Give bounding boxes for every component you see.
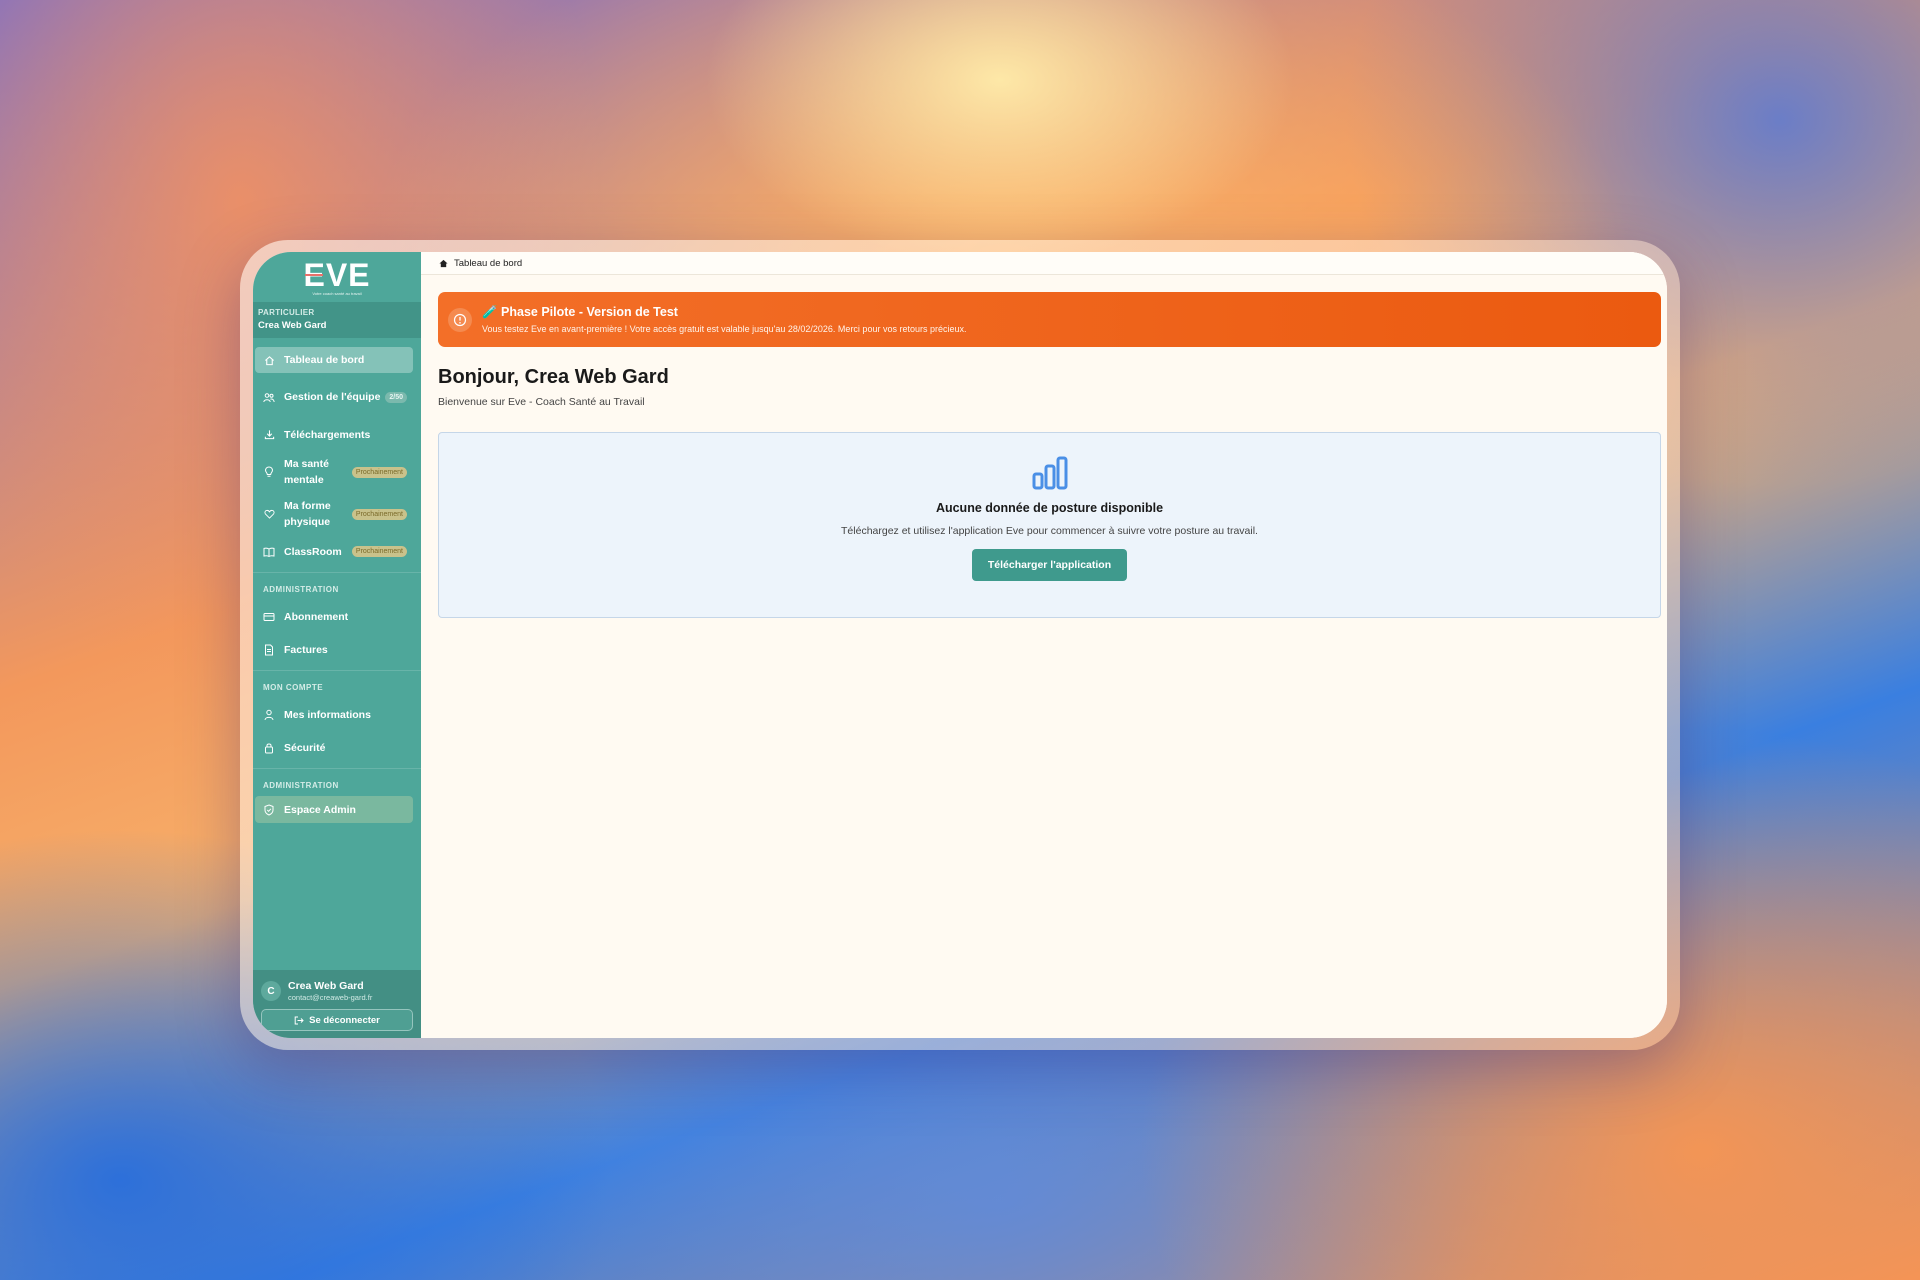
lock-icon xyxy=(263,742,275,754)
sidebar-item-label: ClassRoom xyxy=(284,545,342,558)
empty-state-title: Aucune donnée de posture disponible xyxy=(935,501,1164,515)
sidebar-item-invoices[interactable]: Factures xyxy=(255,633,413,666)
logout-label: Se déconnecter xyxy=(309,1014,380,1026)
coming-soon-badge: Prochainement xyxy=(351,466,407,478)
sidebar-item-my-info[interactable]: Mes informations xyxy=(255,698,413,731)
heart-icon xyxy=(263,508,275,520)
sidebar-item-label: Gestion de l'équipe xyxy=(284,391,381,403)
user-box: C Crea Web Gard contact@creaweb-gard.fr … xyxy=(253,970,421,1038)
logout-icon xyxy=(294,1016,304,1025)
sidebar-item-dashboard[interactable]: Tableau de bord xyxy=(255,347,413,373)
coming-soon-badge: Prochainement xyxy=(351,546,407,557)
empty-state-text: Téléchargez et utilisez l'application Ev… xyxy=(841,525,1258,537)
bar-chart-icon xyxy=(439,455,1660,491)
document-icon xyxy=(263,644,275,656)
home-icon[interactable] xyxy=(439,259,448,268)
logo-text: EVE xyxy=(303,257,371,293)
logout-button[interactable]: Se déconnecter xyxy=(261,1009,413,1031)
credit-card-icon xyxy=(263,611,275,623)
account-type: PARTICULIER xyxy=(258,308,315,317)
user-name: Crea Web Gard xyxy=(288,980,364,992)
team-count-badge: 2/50 xyxy=(385,391,407,403)
page-title: Bonjour, Crea Web Gard xyxy=(438,366,669,388)
user-email: contact@creaweb-gard.fr xyxy=(288,993,373,1002)
app-window: EVE Votre coach santé au travail PARTICU… xyxy=(253,252,1667,1038)
home-icon xyxy=(263,354,275,366)
section-title-administration: ADMINISTRATION xyxy=(253,572,421,600)
sidebar-item-label: Mes informations xyxy=(284,708,371,721)
account-box: PARTICULIER Crea Web Gard xyxy=(253,302,421,338)
sidebar-item-mental-health[interactable]: Ma santé mentale Prochainement xyxy=(255,451,413,493)
section-title-administration-2: ADMINISTRATION xyxy=(253,768,421,796)
book-icon xyxy=(263,546,275,558)
sidebar-item-team[interactable]: Gestion de l'équipe 2/50 xyxy=(255,376,413,418)
pilot-banner: 🧪 Phase Pilote - Version de Test Vous te… xyxy=(438,292,1661,347)
download-icon xyxy=(263,429,275,441)
avatar: C xyxy=(261,981,281,1001)
coming-soon-badge: Prochainement xyxy=(351,508,407,520)
sidebar-item-label: Tableau de bord xyxy=(284,354,365,366)
download-app-button[interactable]: Télécharger l'application xyxy=(971,549,1128,581)
main-content: Tableau de bord 🧪 Phase Pilote - Version… xyxy=(421,252,1667,1038)
sidebar-item-label: Espace Admin xyxy=(284,803,356,816)
section-title-my-account: MON COMPTE xyxy=(253,670,421,698)
banner-text: Vous testez Eve en avant-première ! Votr… xyxy=(482,324,967,334)
sidebar-item-classroom[interactable]: ClassRoom Prochainement xyxy=(255,535,413,568)
sidebar-item-admin-space[interactable]: Espace Admin xyxy=(255,796,413,823)
user-profile[interactable]: C Crea Web Gard contact@creaweb-gard.fr xyxy=(261,980,413,1002)
account-name: Crea Web Gard xyxy=(258,320,327,331)
team-icon xyxy=(263,391,275,403)
sidebar: EVE Votre coach santé au travail PARTICU… xyxy=(253,252,421,1038)
shield-icon xyxy=(263,803,275,816)
posture-empty-state: Aucune donnée de posture disponible Télé… xyxy=(438,432,1661,618)
page-subtitle: Bienvenue sur Eve - Coach Santé au Trava… xyxy=(438,396,645,408)
sidebar-item-label: Sécurité xyxy=(284,741,326,754)
sidebar-item-subscription[interactable]: Abonnement xyxy=(255,600,413,633)
lightbulb-icon xyxy=(263,466,275,478)
sidebar-item-downloads[interactable]: Téléchargements xyxy=(255,418,413,451)
sidebar-item-label: Téléchargements xyxy=(284,428,371,441)
user-icon xyxy=(263,709,275,721)
sidebar-nav: Tableau de bord Gestion de l'équipe 2/50… xyxy=(253,338,421,970)
sidebar-item-label: Abonnement xyxy=(284,610,349,623)
sidebar-item-security[interactable]: Sécurité xyxy=(255,731,413,764)
sidebar-item-label: Ma forme physique xyxy=(284,500,331,528)
sidebar-item-label: Factures xyxy=(284,643,328,656)
banner-title: 🧪 Phase Pilote - Version de Test xyxy=(482,305,678,319)
breadcrumb: Tableau de bord xyxy=(421,252,1667,275)
sidebar-item-label: Ma santé mentale xyxy=(284,458,329,486)
breadcrumb-current[interactable]: Tableau de bord xyxy=(454,258,522,269)
logo[interactable]: EVE Votre coach santé au travail xyxy=(253,252,421,302)
info-icon xyxy=(448,307,472,332)
sidebar-item-physical[interactable]: Ma forme physique Prochainement xyxy=(255,493,413,535)
